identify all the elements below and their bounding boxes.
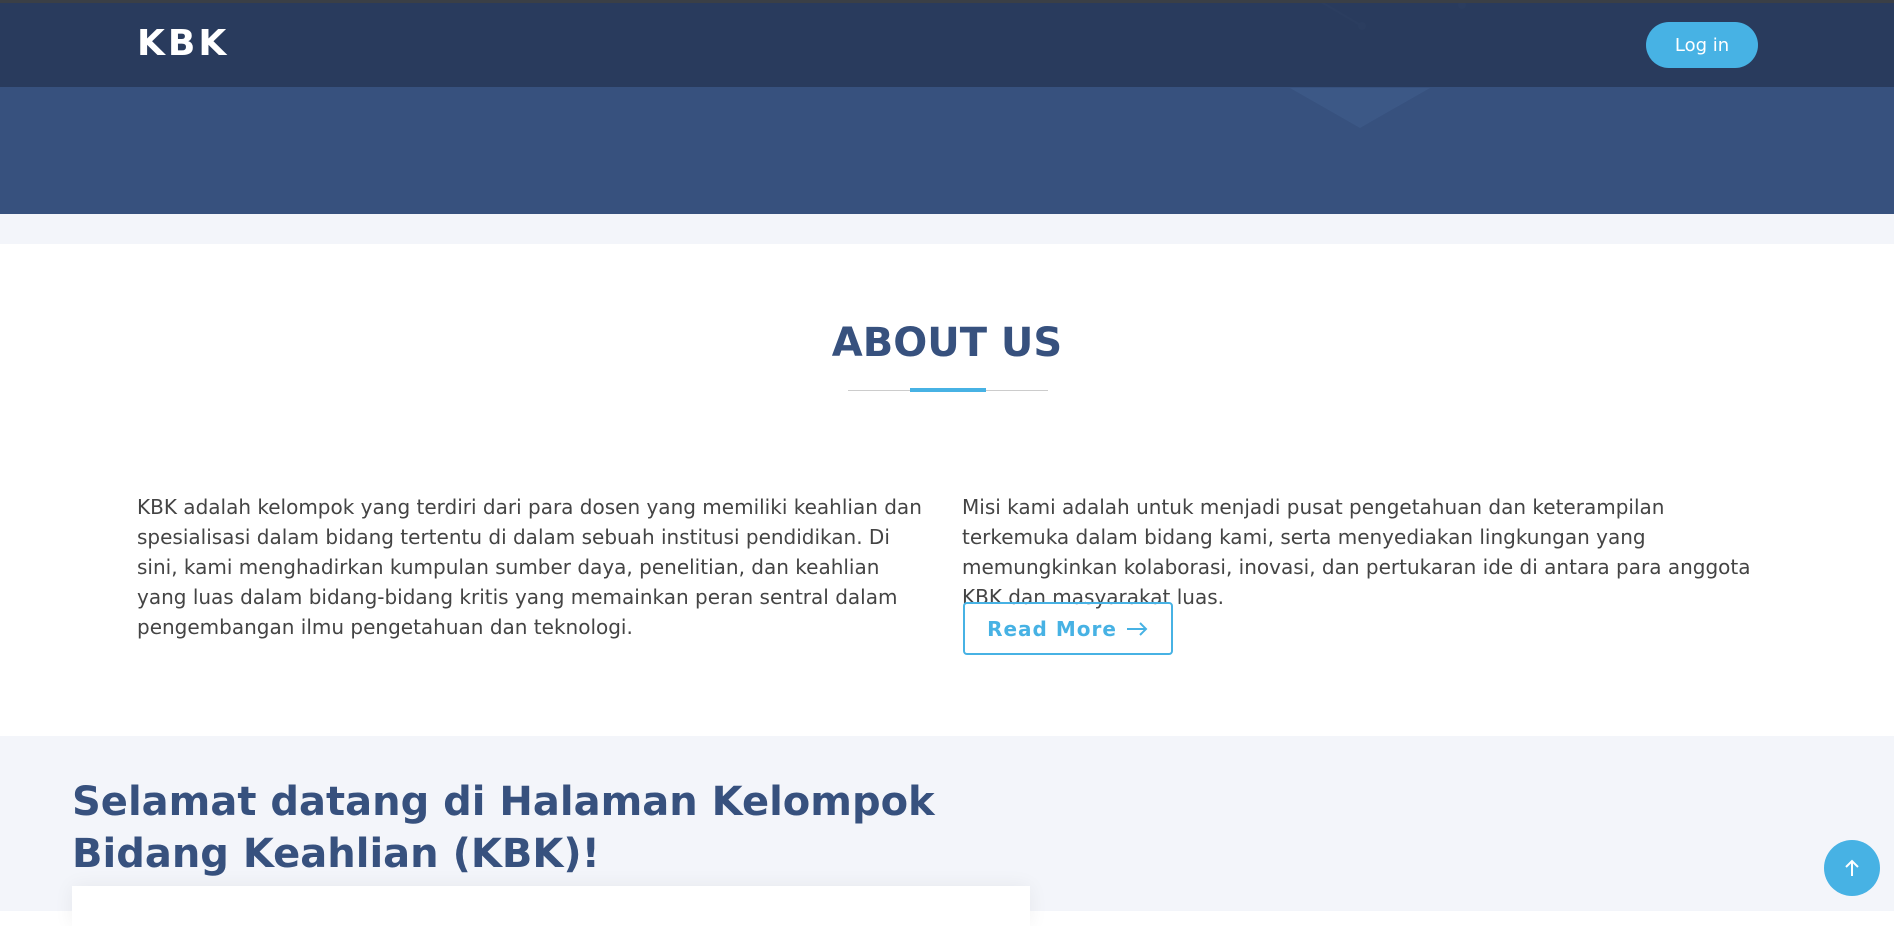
site-logo[interactable]: KBK xyxy=(137,23,229,64)
arrow-right-icon xyxy=(1126,621,1148,636)
welcome-section: Selamat datang di Halaman Kelompok Bidan… xyxy=(0,736,1894,926)
about-description: KBK adalah kelompok yang terdiri dari pa… xyxy=(137,495,922,639)
site-header: KBK Log in xyxy=(0,3,1894,87)
about-title: ABOUT US xyxy=(831,320,1063,366)
title-divider-accent xyxy=(910,388,986,392)
arrow-up-icon xyxy=(1845,859,1859,876)
read-more-label: Read More xyxy=(987,616,1117,641)
welcome-title: Selamat datang di Halaman Kelompok Bidan… xyxy=(72,779,935,877)
welcome-card xyxy=(72,886,1030,926)
back-to-top-button[interactable] xyxy=(1824,840,1880,896)
about-mission: Misi kami adalah untuk menjadi pusat pen… xyxy=(962,495,1751,609)
about-section: ABOUT US KBK adalah kelompok yang terdir… xyxy=(0,244,1894,736)
login-button[interactable]: Log in xyxy=(1646,22,1758,68)
read-more-button[interactable]: Read More xyxy=(963,602,1173,655)
section-spacer xyxy=(0,214,1894,244)
